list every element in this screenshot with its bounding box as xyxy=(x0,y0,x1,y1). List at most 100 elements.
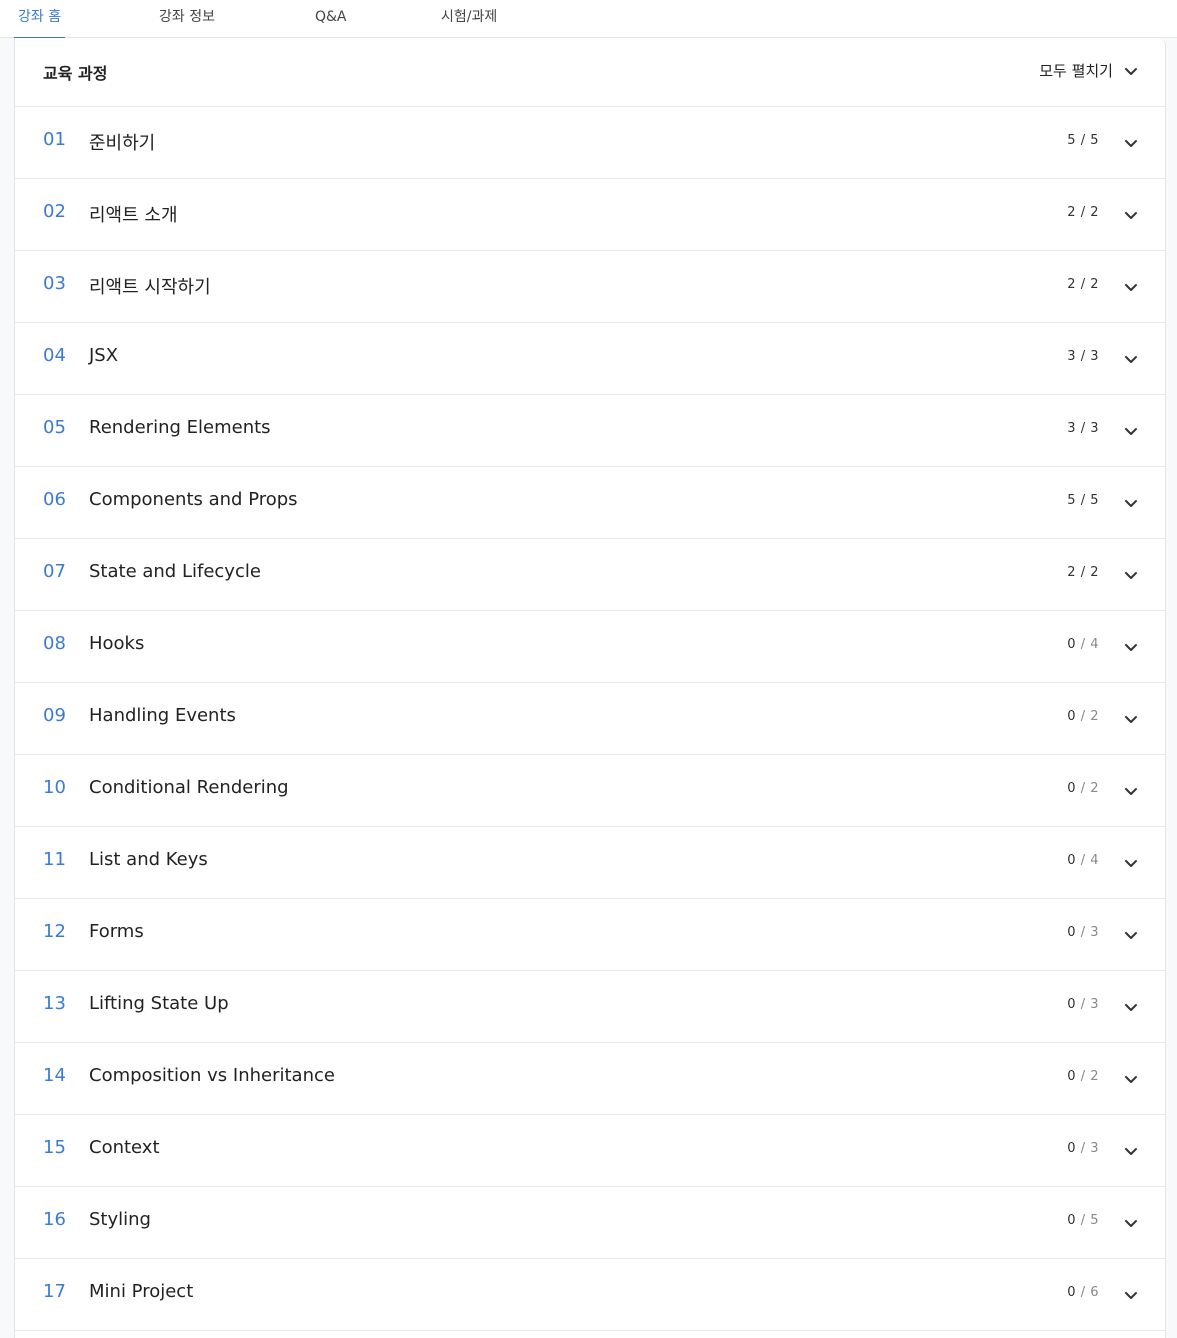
chevron-down-icon[interactable] xyxy=(1123,279,1139,295)
chevron-down-icon[interactable] xyxy=(1123,135,1139,151)
chevron-down-icon[interactable] xyxy=(1123,1143,1139,1159)
section-title: Styling xyxy=(89,1209,151,1230)
section-title: Handling Events xyxy=(89,705,236,726)
chevron-down-icon[interactable] xyxy=(1123,1287,1139,1303)
section-title: Context xyxy=(89,1137,160,1158)
section-progress: 0 / 3 xyxy=(1067,925,1099,940)
section-total-count: 5 xyxy=(1090,1213,1099,1228)
curriculum-header: 교육 과정 모두 펼치기 xyxy=(15,38,1165,107)
section-row[interactable]: 15 Context 0 / 3 xyxy=(15,1115,1165,1187)
chevron-down-icon[interactable] xyxy=(1123,711,1139,727)
section-number: 03 xyxy=(43,273,66,294)
curriculum-card: 교육 과정 모두 펼치기 01 준비하기 5 / 5 02 리액트 소개 2 / 2 03 리… xyxy=(14,38,1166,1338)
progress-separator: / xyxy=(1076,1213,1091,1228)
progress-separator: / xyxy=(1076,277,1091,292)
chevron-down-icon[interactable] xyxy=(1123,495,1139,511)
expand-all-label: 모두 펼치기 xyxy=(1039,62,1113,80)
section-done-count: 2 xyxy=(1067,565,1077,580)
section-progress: 0 / 2 xyxy=(1067,1069,1099,1084)
section-total-count: 2 xyxy=(1090,1069,1099,1084)
section-row[interactable]: 07 State and Lifecycle 2 / 2 xyxy=(15,539,1165,611)
tab-exam-assignment[interactable]: 시험/과제 xyxy=(441,0,497,38)
section-row[interactable]: 03 리액트 시작하기 2 / 2 xyxy=(15,251,1165,323)
section-row[interactable]: 05 Rendering Elements 3 / 3 xyxy=(15,395,1165,467)
section-number: 04 xyxy=(43,345,66,366)
section-progress: 5 / 5 xyxy=(1067,493,1099,508)
section-done-count: 2 xyxy=(1067,205,1077,220)
chevron-down-icon[interactable] xyxy=(1123,855,1139,871)
section-list: 01 준비하기 5 / 5 02 리액트 소개 2 / 2 03 리액트 시작하기 2 / 20… xyxy=(15,107,1165,1331)
chevron-down-icon[interactable] xyxy=(1123,1215,1139,1231)
section-row[interactable]: 01 준비하기 5 / 5 xyxy=(15,107,1165,179)
section-title: 준비하기 xyxy=(89,133,156,154)
section-done-count: 5 xyxy=(1067,493,1077,508)
section-progress: 3 / 3 xyxy=(1067,421,1099,436)
chevron-down-icon[interactable] xyxy=(1123,1071,1139,1087)
section-progress: 2 / 2 xyxy=(1067,205,1099,220)
section-row[interactable]: 10 Conditional Rendering 0 / 2 xyxy=(15,755,1165,827)
progress-separator: / xyxy=(1076,1141,1091,1156)
tab-course-info[interactable]: 강좌 정보 xyxy=(159,0,215,38)
chevron-down-icon[interactable] xyxy=(1123,423,1139,439)
section-row[interactable]: 09 Handling Events 0 / 2 xyxy=(15,683,1165,755)
section-total-count: 5 xyxy=(1090,133,1099,148)
section-done-count: 3 xyxy=(1067,349,1077,364)
curriculum-title: 교육 과정 xyxy=(43,64,108,83)
section-progress: 5 / 5 xyxy=(1067,133,1099,148)
section-title: 리액트 시작하기 xyxy=(89,277,211,298)
section-title: State and Lifecycle xyxy=(89,561,261,582)
section-number: 02 xyxy=(43,201,66,222)
tab-bar: 강좌 홈 강좌 정보 Q&A 시험/과제 xyxy=(0,0,1177,39)
section-row[interactable]: 04 JSX 3 / 3 xyxy=(15,323,1165,395)
progress-separator: / xyxy=(1076,997,1091,1012)
section-row[interactable]: 08 Hooks 0 / 4 xyxy=(15,611,1165,683)
tab-qna[interactable]: Q&A xyxy=(315,0,347,38)
section-row[interactable]: 13 Lifting State Up 0 / 3 xyxy=(15,971,1165,1043)
section-done-count: 0 xyxy=(1067,1141,1077,1156)
section-progress: 3 / 3 xyxy=(1067,349,1099,364)
progress-separator: / xyxy=(1076,781,1091,796)
section-row[interactable]: 11 List and Keys 0 / 4 xyxy=(15,827,1165,899)
section-row[interactable]: 16 Styling 0 / 5 xyxy=(15,1187,1165,1259)
section-title: Components and Props xyxy=(89,489,298,510)
section-total-count: 6 xyxy=(1090,1285,1099,1300)
section-row[interactable]: 06 Components and Props 5 / 5 xyxy=(15,467,1165,539)
section-done-count: 0 xyxy=(1067,637,1077,652)
progress-separator: / xyxy=(1076,565,1091,580)
expand-all-button[interactable]: 모두 펼치기 xyxy=(1039,60,1139,81)
section-number: 14 xyxy=(43,1065,66,1086)
progress-separator: / xyxy=(1076,637,1091,652)
section-total-count: 2 xyxy=(1090,277,1099,292)
chevron-down-icon[interactable] xyxy=(1123,351,1139,367)
section-number: 05 xyxy=(43,417,66,438)
section-row[interactable]: 02 리액트 소개 2 / 2 xyxy=(15,179,1165,251)
section-number: 12 xyxy=(43,921,66,942)
section-total-count: 5 xyxy=(1090,493,1099,508)
section-row[interactable]: 17 Mini Project 0 / 6 xyxy=(15,1259,1165,1331)
section-number: 13 xyxy=(43,993,66,1014)
section-number: 11 xyxy=(43,849,66,870)
tab-course-home[interactable]: 강좌 홈 xyxy=(13,0,66,39)
chevron-down-icon[interactable] xyxy=(1123,567,1139,583)
chevron-down-icon[interactable] xyxy=(1123,207,1139,223)
section-row[interactable]: 12 Forms 0 / 3 xyxy=(15,899,1165,971)
section-total-count: 3 xyxy=(1090,925,1099,940)
section-done-count: 0 xyxy=(1067,709,1077,724)
chevron-down-icon[interactable] xyxy=(1123,639,1139,655)
section-title: Hooks xyxy=(89,633,145,654)
chevron-down-icon[interactable] xyxy=(1123,927,1139,943)
section-total-count: 3 xyxy=(1090,421,1099,436)
progress-separator: / xyxy=(1076,1285,1091,1300)
section-row[interactable]: 14 Composition vs Inheritance 0 / 2 xyxy=(15,1043,1165,1115)
section-title: List and Keys xyxy=(89,849,208,870)
section-number: 07 xyxy=(43,561,66,582)
progress-separator: / xyxy=(1076,1069,1091,1084)
section-total-count: 3 xyxy=(1090,349,1099,364)
section-number: 17 xyxy=(43,1281,66,1302)
chevron-down-icon[interactable] xyxy=(1123,999,1139,1015)
section-title: Forms xyxy=(89,921,144,942)
section-title: Conditional Rendering xyxy=(89,777,289,798)
section-done-count: 0 xyxy=(1067,853,1077,868)
section-total-count: 3 xyxy=(1090,1141,1099,1156)
chevron-down-icon[interactable] xyxy=(1123,783,1139,799)
